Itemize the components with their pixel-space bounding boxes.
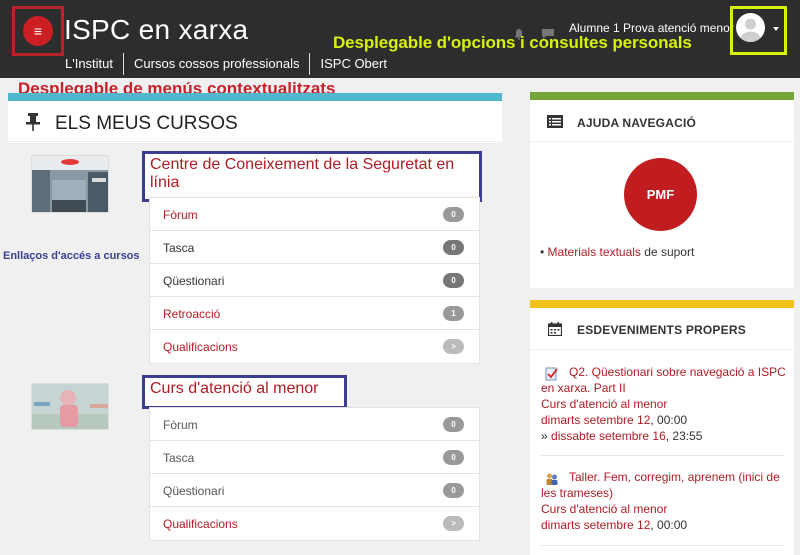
nav-item-institut[interactable]: L'Institut [55,53,125,75]
event-title-link[interactable]: Q2. Qüestionari sobre navegació a ISPC e… [541,365,786,395]
hamburger-icon[interactable]: ≡ [23,16,53,46]
activity-count-badge: 0 [443,483,464,498]
event-end-prefix: » [541,429,552,443]
pmf-button[interactable]: PMF [624,158,697,231]
materials-link[interactable]: Materials textuals [548,245,641,259]
activity-label: Qüestionari [163,484,225,498]
event-time: , 00:00 [650,518,688,532]
activity-count-badge: 0 [443,417,464,432]
event-title-link[interactable]: Taller. Fem, corregim, aprenem (inici de… [541,470,780,500]
event-divider [541,545,785,546]
courses-title: ELS MEUS CURSOS [55,113,238,134]
activity-label: Qüestionari [163,274,225,288]
event-date: dimarts setembre 12, 00:00 [541,517,789,533]
course-thumbnail-1[interactable] [31,155,109,213]
activity-label[interactable]: Fòrum [163,208,198,222]
events-accent-bar [530,300,794,308]
activity-row-qualificacions[interactable]: Qualificacions > [150,330,479,363]
activity-count-badge: 1 [443,306,464,321]
course-thumbnail-2[interactable] [31,383,109,430]
activity-label[interactable]: Retroacció [163,307,220,321]
event-item-2: Taller. Fem, corregim, aprenem (inici de… [541,469,789,533]
materials-suffix: de suport [640,245,695,259]
nav-item-cursos[interactable]: Cursos cossos professionals [124,53,311,75]
site-title[interactable]: ISPC en xarxa [64,14,248,46]
activity-label[interactable]: Qualificacions [163,340,238,354]
activity-row-tasca[interactable]: Tasca 0 [150,231,479,264]
annotation-course-access: Enllaços d'accés a cursos [3,250,140,262]
activity-label: Tasca [163,451,195,465]
library-photo [32,156,108,212]
child-photo [32,384,108,429]
annotation-user-menu: Desplegable d'opcions i consultes person… [333,33,692,52]
event-date-link[interactable]: dimarts setembre 12 [541,413,650,427]
materials-list-item: • Materials textuals de suport [540,245,694,259]
event-divider [541,455,785,456]
course-title-2[interactable]: Curs d'atenció al menor [142,375,347,409]
event-time: , 00:00 [650,413,688,427]
event-date-link[interactable]: dimarts setembre 12 [541,518,650,532]
nav-help-title: AJUDA NAVEGACIÓ [577,116,697,130]
event-item-1: Q2. Qüestionari sobre navegació a ISPC e… [541,364,789,444]
main-nav: L'Institut Cursos cossos professionals I… [55,53,397,75]
activity-row-forum[interactable]: Fòrum 0 [150,198,479,231]
activity-count-badge: > [443,516,464,531]
activity-label[interactable]: Qualificacions [163,517,238,531]
user-silhouette-icon [740,18,761,42]
event-end-date: » dissabte setembre 16, 23:55 [541,428,789,444]
activity-row-questionari[interactable]: Qüestionari 0 [150,264,479,297]
list-icon [547,115,563,128]
bullet: • [540,245,545,259]
activity-row-retroaccio[interactable]: Retroacció 1 [150,297,479,330]
activity-label: Fòrum [163,418,198,432]
activity-row-tasca[interactable]: Tasca 0 [150,441,479,474]
event-course-link[interactable]: Curs d'atenció al menor [541,501,789,517]
nav-item-obert[interactable]: ISPC Obert [310,53,396,75]
activity-count-badge: 0 [443,273,464,288]
events-title: ESDEVENIMENTS PROPERS [577,323,746,337]
event-course-link[interactable]: Curs d'atenció al menor [541,396,789,412]
courses-accent-bar [8,93,502,101]
calendar-icon [548,322,562,336]
avatar[interactable] [736,13,765,42]
course-1-activity-list: Fòrum 0 Tasca 0 Qüestionari 0 Retroacció… [149,197,480,364]
chevron-down-icon[interactable] [773,27,779,31]
activity-row-forum[interactable]: Fòrum 0 [150,408,479,441]
nav-help-accent-bar [530,92,794,100]
activity-row-qualificacions[interactable]: Qualificacions > [150,507,479,540]
activity-count-badge: 0 [443,450,464,465]
activity-label: Tasca [163,241,195,255]
activity-row-questionari[interactable]: Qüestionari 0 [150,474,479,507]
event-end-time: , 23:55 [665,429,703,443]
course-title-1[interactable]: Centre de Coneixement de la Seguretat en… [142,151,482,202]
event-end-date-link[interactable]: dissabte setembre 16 [551,429,666,443]
activity-count-badge: 0 [443,207,464,222]
activity-count-badge: 0 [443,240,464,255]
activity-count-badge: > [443,339,464,354]
pushpin-icon [26,113,40,131]
course-2-activity-list: Fòrum 0 Tasca 0 Qüestionari 0 Qualificac… [149,407,480,541]
event-date: dimarts setembre 12, 00:00 [541,412,789,428]
